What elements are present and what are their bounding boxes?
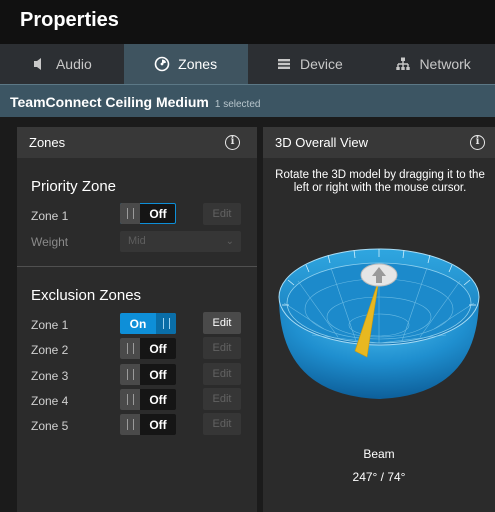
exclusion-zone-label: Zone 1 bbox=[31, 318, 69, 332]
exclusion-zone-label: Zone 4 bbox=[31, 394, 69, 408]
priority-zone-title: Priority Zone bbox=[31, 178, 117, 195]
toggle-handle bbox=[156, 313, 176, 334]
exclusion-zone-4-toggle[interactable]: Off bbox=[120, 389, 176, 410]
rotate-hint: Rotate the 3D model by dragging it to th… bbox=[275, 169, 485, 194]
tab-bar: Audio Zones Device Network bbox=[0, 44, 495, 84]
toggle-label: Off bbox=[149, 206, 167, 221]
overview-panel-header: 3D Overall View i bbox=[263, 127, 495, 158]
overview-panel-title: 3D Overall View bbox=[275, 135, 368, 150]
toggle-label: Off bbox=[149, 367, 167, 382]
toggle-handle bbox=[120, 389, 140, 410]
priority-zone-label: Zone 1 bbox=[31, 209, 69, 223]
exclusion-zones-title: Exclusion Zones bbox=[31, 287, 142, 304]
toggle-label: Off bbox=[149, 392, 167, 407]
toggle-label: On bbox=[129, 316, 147, 331]
zones-panel-title: Zones bbox=[29, 135, 66, 150]
exclusion-zone-5-toggle[interactable]: Off bbox=[120, 414, 176, 435]
exclusion-zone-1-edit-button[interactable]: Edit bbox=[203, 312, 241, 334]
beam-value: 247° / 74° bbox=[352, 470, 406, 484]
toggle-handle bbox=[120, 364, 140, 385]
exclusion-zone-5-edit-button[interactable]: Edit bbox=[203, 413, 241, 435]
section-divider bbox=[17, 266, 257, 267]
tab-audio-label: Audio bbox=[55, 56, 92, 72]
zones-icon bbox=[154, 56, 170, 72]
exclusion-zone-3-edit-button[interactable]: Edit bbox=[203, 363, 241, 385]
selection-count: 1 selected bbox=[214, 99, 261, 110]
exclusion-zone-2-edit-button[interactable]: Edit bbox=[203, 337, 241, 359]
tab-device-label: Device bbox=[299, 56, 343, 72]
priority-zone-toggle[interactable]: Off bbox=[120, 203, 176, 224]
toggle-label: Off bbox=[149, 341, 167, 356]
device-header: TeamConnect Ceiling Medium 1 selected bbox=[0, 84, 495, 117]
toggle-handle bbox=[120, 338, 140, 359]
info-icon[interactable]: i bbox=[470, 135, 485, 150]
toggle-handle bbox=[120, 414, 140, 435]
exclusion-zone-2-toggle[interactable]: Off bbox=[120, 338, 176, 359]
toggle-label: Off bbox=[149, 417, 167, 432]
weight-value: Mid bbox=[128, 235, 146, 247]
priority-zone-edit-button[interactable]: Edit bbox=[203, 203, 241, 225]
toggle-handle bbox=[120, 203, 140, 224]
chevron-down-icon: ⌄ bbox=[225, 236, 234, 247]
exclusion-zone-label: Zone 3 bbox=[31, 369, 69, 383]
exclusion-zone-label: Zone 5 bbox=[31, 419, 69, 433]
tab-network-label: Network bbox=[419, 56, 471, 72]
window-title: Properties bbox=[20, 9, 119, 31]
device-name: TeamConnect Ceiling Medium 1 selected bbox=[10, 94, 260, 110]
overview-panel: 3D Overall View i Rotate the 3D model by… bbox=[263, 127, 495, 512]
exclusion-zone-label: Zone 2 bbox=[31, 343, 69, 357]
tab-network[interactable]: Network bbox=[371, 44, 495, 84]
exclusion-zone-1-toggle[interactable]: On bbox=[120, 313, 176, 334]
tab-zones-label: Zones bbox=[178, 56, 218, 72]
beam-label: Beam bbox=[363, 447, 395, 461]
tab-audio[interactable]: Audio bbox=[0, 44, 124, 84]
microphone-3d-model[interactable] bbox=[276, 245, 482, 401]
zones-panel: Zones i Priority Zone Zone 1 Off Edit We… bbox=[17, 127, 257, 512]
speaker-icon bbox=[33, 58, 41, 70]
exclusion-zone-3-toggle[interactable]: Off bbox=[120, 364, 176, 385]
zones-panel-header: Zones i bbox=[17, 127, 257, 158]
network-icon bbox=[396, 57, 411, 70]
exclusion-zone-4-edit-button[interactable]: Edit bbox=[203, 388, 241, 410]
tab-zones[interactable]: Zones bbox=[123, 44, 248, 84]
weight-select[interactable]: Mid ⌄ bbox=[120, 231, 241, 252]
device-list-icon bbox=[277, 59, 290, 69]
device-name-text: TeamConnect Ceiling Medium bbox=[10, 94, 209, 110]
tab-device[interactable]: Device bbox=[248, 44, 372, 84]
title-bar: Properties bbox=[0, 0, 495, 44]
weight-label: Weight bbox=[31, 235, 69, 249]
info-icon[interactable]: i bbox=[225, 135, 240, 150]
